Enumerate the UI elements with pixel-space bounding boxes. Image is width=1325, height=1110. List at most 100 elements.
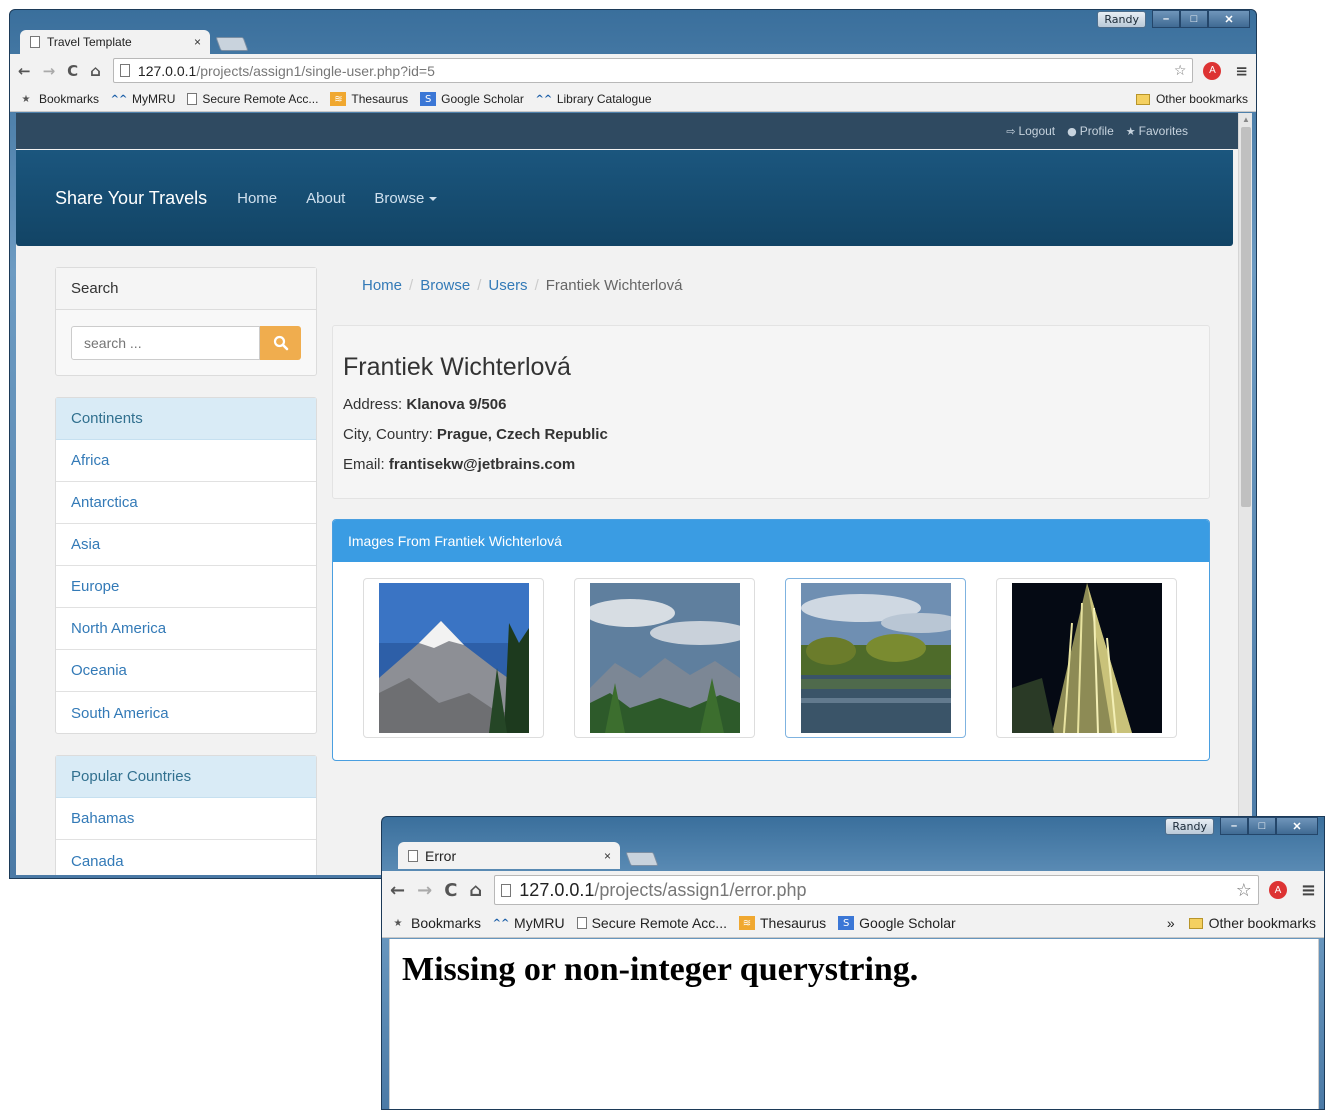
other-bookmarks[interactable]: » Other bookmarks: [1167, 915, 1316, 931]
lake-icon: [801, 583, 951, 733]
bookmark-star-icon[interactable]: ☆: [1236, 880, 1252, 901]
nav-browse[interactable]: Browse: [374, 190, 438, 207]
country-bahamas[interactable]: Bahamas: [56, 798, 316, 840]
page-icon: [187, 93, 198, 105]
star-icon: ★: [21, 93, 31, 105]
scholar-icon: S: [420, 92, 437, 106]
reload-icon[interactable]: C: [67, 62, 78, 80]
user-address: Address: Klanova 9/506: [343, 396, 507, 413]
search-input[interactable]: [71, 326, 260, 360]
home-icon[interactable]: ⌂: [469, 880, 482, 901]
tab-travel-template[interactable]: Travel Template ×: [20, 30, 210, 54]
folder-icon: [1135, 93, 1150, 105]
continent-asia[interactable]: Asia: [56, 524, 316, 566]
continent-africa[interactable]: Africa: [56, 440, 316, 482]
back-icon[interactable]: ←: [390, 880, 405, 901]
thesaurus-icon: ≋: [330, 92, 347, 106]
tab-close-icon[interactable]: ×: [194, 35, 201, 49]
bookmark-secure-remote[interactable]: Secure Remote Acc...: [576, 915, 727, 931]
page-viewport: Missing or non-integer querystring.: [389, 939, 1319, 1109]
minimize-button[interactable]: –: [1220, 817, 1248, 835]
address-bar[interactable]: 127.0.0.1/projects/assign1/error.php ☆: [494, 875, 1259, 905]
forward-icon[interactable]: →: [43, 62, 56, 80]
profile-link[interactable]: ● Profile: [1067, 124, 1114, 138]
bookmark-thesaurus[interactable]: ≋ Thesaurus: [738, 915, 826, 931]
top-links-bar: ⇨ Logout ● Profile ★ Favorites: [16, 113, 1238, 149]
continent-south-america[interactable]: South America: [56, 692, 316, 734]
other-bookmarks[interactable]: Other bookmarks: [1135, 92, 1248, 106]
favorites-link[interactable]: ★ Favorites: [1126, 124, 1188, 138]
site-brand[interactable]: Share Your Travels: [55, 188, 207, 209]
page-scrollbar[interactable]: ▲: [1238, 113, 1252, 875]
bookmark-mymru[interactable]: ^^ MyMRU: [493, 915, 565, 931]
scroll-thumb[interactable]: [1241, 127, 1251, 507]
browser-window-error: Randy – □ ✕ Error × ← → C ⌂ 127.0.0.1/pr…: [381, 816, 1325, 1110]
bookmark-star-icon[interactable]: ☆: [1174, 63, 1187, 79]
continent-oceania[interactable]: Oceania: [56, 650, 316, 692]
minimize-button[interactable]: –: [1152, 10, 1180, 28]
menu-icon[interactable]: ≡: [1301, 880, 1316, 901]
search-button[interactable]: [260, 326, 301, 360]
tab-title: Error: [425, 847, 457, 864]
logout-link[interactable]: ⇨ Logout: [1006, 124, 1055, 138]
bookmark-google-scholar[interactable]: S Google Scholar: [420, 92, 524, 106]
bookmark-secure-remote[interactable]: Secure Remote Acc...: [187, 92, 318, 106]
image-thumbnail[interactable]: [574, 578, 755, 738]
close-window-button[interactable]: ✕: [1276, 817, 1318, 835]
pdf-extension-icon[interactable]: A: [1268, 881, 1287, 899]
continent-north-america[interactable]: North America: [56, 608, 316, 650]
address-bar[interactable]: 127.0.0.1/projects/assign1/single-user.p…: [112, 58, 1194, 83]
profile-button[interactable]: Randy: [1165, 818, 1214, 835]
maximize-button[interactable]: □: [1248, 817, 1276, 835]
back-icon[interactable]: ←: [18, 62, 31, 80]
image-thumbnail[interactable]: [363, 578, 544, 738]
breadcrumb-browse[interactable]: Browse: [420, 277, 470, 294]
tab-error[interactable]: Error ×: [398, 842, 620, 869]
nav-about[interactable]: About: [306, 190, 345, 207]
search-panel-title: Search: [56, 268, 316, 310]
user-city-country: City, Country: Prague, Czech Republic: [343, 426, 608, 443]
url-host: 127.0.0.1: [137, 62, 197, 79]
popular-countries-panel: Popular Countries Bahamas Canada: [55, 755, 317, 875]
tab-close-icon[interactable]: ×: [604, 849, 611, 863]
menu-icon[interactable]: ≡: [1235, 62, 1248, 80]
bookmark-bookmarks[interactable]: ★ Bookmarks: [390, 915, 482, 931]
tab-strip: Error ×: [398, 842, 659, 869]
user-images-title: Images From Frantiek Wichterlová: [333, 520, 1209, 562]
page-icon: [119, 64, 130, 77]
url-host: 127.0.0.1: [519, 879, 595, 900]
bookmarks-bar: ★ Bookmarks ^^ MyMRU Secure Remote Acc... …: [382, 909, 1324, 938]
bookmark-google-scholar[interactable]: S Google Scholar: [838, 915, 956, 931]
continents-panel: Continents Africa Antarctica Asia Europe…: [55, 397, 317, 734]
scroll-up-icon[interactable]: ▲: [1242, 115, 1250, 124]
breadcrumb-users[interactable]: Users: [488, 277, 527, 294]
profile-button[interactable]: Randy: [1097, 11, 1146, 28]
bookmark-library-catalogue[interactable]: ^^ Library Catalogue: [535, 92, 651, 106]
bookmarks-bar: ★ Bookmarks ^^ MyMRU Secure Remote Acc... …: [10, 87, 1256, 112]
forward-icon[interactable]: →: [417, 880, 432, 901]
nav-home[interactable]: Home: [237, 190, 277, 207]
bookmark-thesaurus[interactable]: ≋ Thesaurus: [330, 92, 408, 106]
more-bookmarks-chevron[interactable]: »: [1167, 915, 1175, 931]
window-controls: Randy – □ ✕: [1097, 10, 1250, 28]
page-icon: [576, 917, 587, 929]
star-icon: ★: [1125, 124, 1136, 138]
continent-antarctica[interactable]: Antarctica: [56, 482, 316, 524]
maximize-button[interactable]: □: [1180, 10, 1208, 28]
continent-europe[interactable]: Europe: [56, 566, 316, 608]
bookmark-mymru[interactable]: ^^ MyMRU: [111, 92, 176, 106]
country-canada[interactable]: Canada: [56, 840, 316, 875]
url-path: /projects/assign1/error.php: [594, 879, 807, 900]
user-images-panel: Images From Frantiek Wichterlová: [332, 519, 1210, 761]
bookmark-bookmarks[interactable]: ★ Bookmarks: [18, 92, 100, 106]
image-thumbnail[interactable]: [785, 578, 966, 738]
new-tab-button[interactable]: [215, 37, 249, 51]
caret-down-icon: [429, 196, 438, 201]
close-window-button[interactable]: ✕: [1208, 10, 1250, 28]
reload-icon[interactable]: C: [444, 880, 457, 901]
pdf-extension-icon[interactable]: A: [1203, 61, 1222, 80]
image-thumbnail[interactable]: [996, 578, 1177, 738]
new-tab-button[interactable]: [625, 852, 659, 866]
home-icon[interactable]: ⌂: [90, 62, 101, 80]
breadcrumb-home[interactable]: Home: [362, 277, 402, 294]
